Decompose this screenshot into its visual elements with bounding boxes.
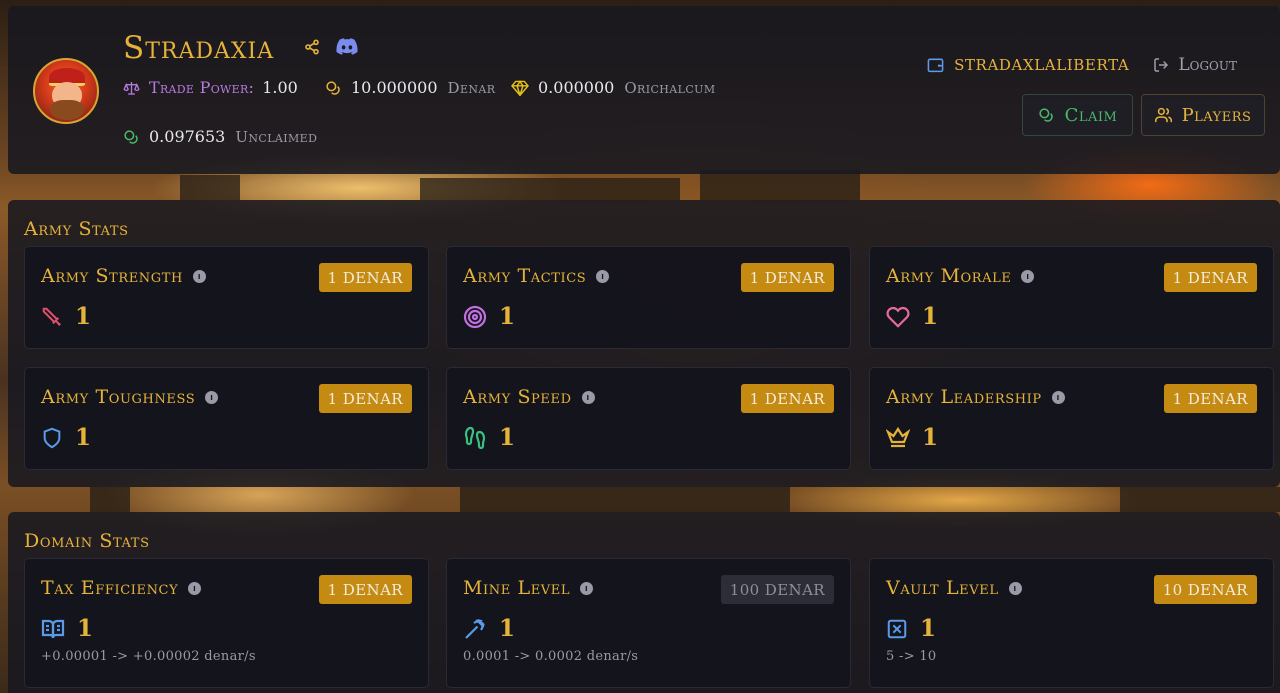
target-icon — [463, 305, 487, 328]
trade-power-label: Trade Power: — [149, 78, 255, 97]
scale-icon — [123, 82, 140, 95]
heart-icon — [886, 306, 910, 328]
stat-name: Vault Level — [886, 577, 999, 599]
stat-level: 1 — [499, 424, 516, 451]
footprints-icon — [464, 426, 486, 449]
denar-label: Denar — [447, 79, 496, 97]
army-strength-card: Army Strength i 1 DENAR 1 — [24, 246, 429, 349]
vault-icon — [887, 619, 907, 638]
orichalcum-stat: 0.000000 Orichalcum — [511, 78, 715, 98]
upgrade-button[interactable]: 1 DENAR — [740, 263, 834, 292]
upgrade-button[interactable]: 100 DENAR — [720, 575, 834, 604]
claim-label: Claim — [1064, 104, 1118, 126]
tax-efficiency-card: Tax Efficiency i 1 DENAR 1 +0.00001 -> +0… — [24, 558, 429, 688]
stat-name: Army Toughness — [41, 386, 196, 408]
stat-name: Tax Efficiency — [41, 577, 179, 599]
army-speed-card: Army Speed i 1 DENAR 1 — [446, 367, 851, 470]
sword-icon — [42, 307, 61, 326]
army-stats-title: Army Stats — [24, 218, 129, 240]
users-icon — [1154, 107, 1172, 123]
domain-stats-title: Domain Stats — [24, 530, 150, 552]
info-icon[interactable]: i — [205, 390, 219, 404]
stat-level: 1 — [77, 615, 94, 642]
stat-name: Mine Level — [463, 577, 571, 599]
upgrade-button[interactable]: 10 DENAR — [1153, 575, 1257, 604]
logout-button[interactable]: Logout — [1153, 55, 1237, 75]
mine-level-card: Mine Level i 100 DENAR 1 0.0001 -> 0.0002… — [446, 558, 851, 688]
trade-power-stat: Trade Power: 1.00 — [123, 78, 298, 98]
players-button[interactable]: Players — [1141, 94, 1265, 136]
stat-level: 1 — [75, 424, 92, 451]
discord-icon[interactable] — [336, 38, 358, 59]
pickaxe-icon — [465, 618, 485, 639]
coins-icon — [1038, 107, 1053, 122]
unclaimed-stat: 0.097653 Unclaimed — [123, 127, 317, 147]
info-icon[interactable]: i — [192, 269, 206, 283]
stat-rate: 5 -> 10 — [886, 649, 937, 664]
upgrade-button[interactable]: 1 DENAR — [1163, 384, 1257, 413]
stat-name: Army Speed — [463, 386, 572, 408]
orichalcum-label: Orichalcum — [624, 79, 716, 97]
book-icon — [41, 619, 65, 638]
shield-icon — [43, 427, 61, 448]
stat-level: 1 — [75, 303, 92, 330]
upgrade-button[interactable]: 1 DENAR — [740, 384, 834, 413]
username: STRADAXLALIBERTA — [954, 56, 1130, 74]
upgrade-button[interactable]: 1 DENAR — [318, 384, 412, 413]
stat-level: 1 — [499, 303, 516, 330]
wallet-account[interactable]: STRADAXLALIBERTA — [927, 56, 1129, 74]
logout-label: Logout — [1178, 55, 1237, 75]
denar-value: 10.000000 — [351, 78, 438, 97]
coins-icon — [326, 80, 340, 95]
stat-name: Army Tactics — [463, 265, 587, 287]
stat-level: 1 — [922, 303, 939, 330]
vault-level-card: Vault Level i 10 DENAR 1 5 -> 10 — [869, 558, 1274, 688]
coins-icon — [124, 129, 138, 144]
players-label: Players — [1181, 104, 1252, 126]
gem-icon — [511, 80, 529, 96]
orichalcum-value: 0.000000 — [538, 78, 615, 97]
stat-level: 1 — [922, 424, 939, 451]
unclaimed-value: 0.097653 — [149, 127, 226, 146]
stat-name: Army Strength — [41, 265, 183, 287]
share-icon[interactable] — [304, 39, 320, 59]
logout-icon — [1154, 58, 1169, 72]
upgrade-button[interactable]: 1 DENAR — [318, 575, 412, 604]
army-leadership-card: Army Leadership i 1 DENAR 1 — [869, 367, 1274, 470]
claim-button[interactable]: Claim — [1022, 94, 1133, 136]
army-tactics-card: Army Tactics i 1 DENAR 1 — [446, 246, 851, 349]
info-icon[interactable]: i — [1008, 581, 1022, 595]
upgrade-button[interactable]: 1 DENAR — [1163, 263, 1257, 292]
info-icon[interactable]: i — [188, 581, 202, 595]
crown-icon — [886, 426, 910, 447]
stat-name: Army Leadership — [886, 386, 1042, 408]
stat-level: 1 — [499, 615, 516, 642]
info-icon[interactable]: i — [580, 581, 594, 595]
stat-level: 1 — [920, 615, 937, 642]
upgrade-button[interactable]: 1 DENAR — [318, 263, 412, 292]
unclaimed-label: Unclaimed — [235, 128, 318, 146]
stat-name: Army Morale — [886, 265, 1012, 287]
stat-rate: +0.00001 -> +0.00002 denar/s — [41, 649, 256, 664]
player-title: Stradaxia — [123, 30, 275, 66]
army-toughness-card: Army Toughness i 1 DENAR 1 — [24, 367, 429, 470]
info-icon[interactable]: i — [1051, 390, 1065, 404]
trade-power-value: 1.00 — [262, 78, 298, 97]
wallet-icon — [927, 58, 944, 73]
stat-rate: 0.0001 -> 0.0002 denar/s — [463, 649, 639, 664]
denar-stat: 10.000000 Denar — [325, 78, 495, 98]
info-icon[interactable]: i — [1021, 269, 1035, 283]
army-morale-card: Army Morale i 1 DENAR 1 — [869, 246, 1274, 349]
info-icon[interactable]: i — [581, 390, 595, 404]
info-icon[interactable]: i — [596, 269, 610, 283]
player-avatar[interactable] — [33, 58, 99, 124]
